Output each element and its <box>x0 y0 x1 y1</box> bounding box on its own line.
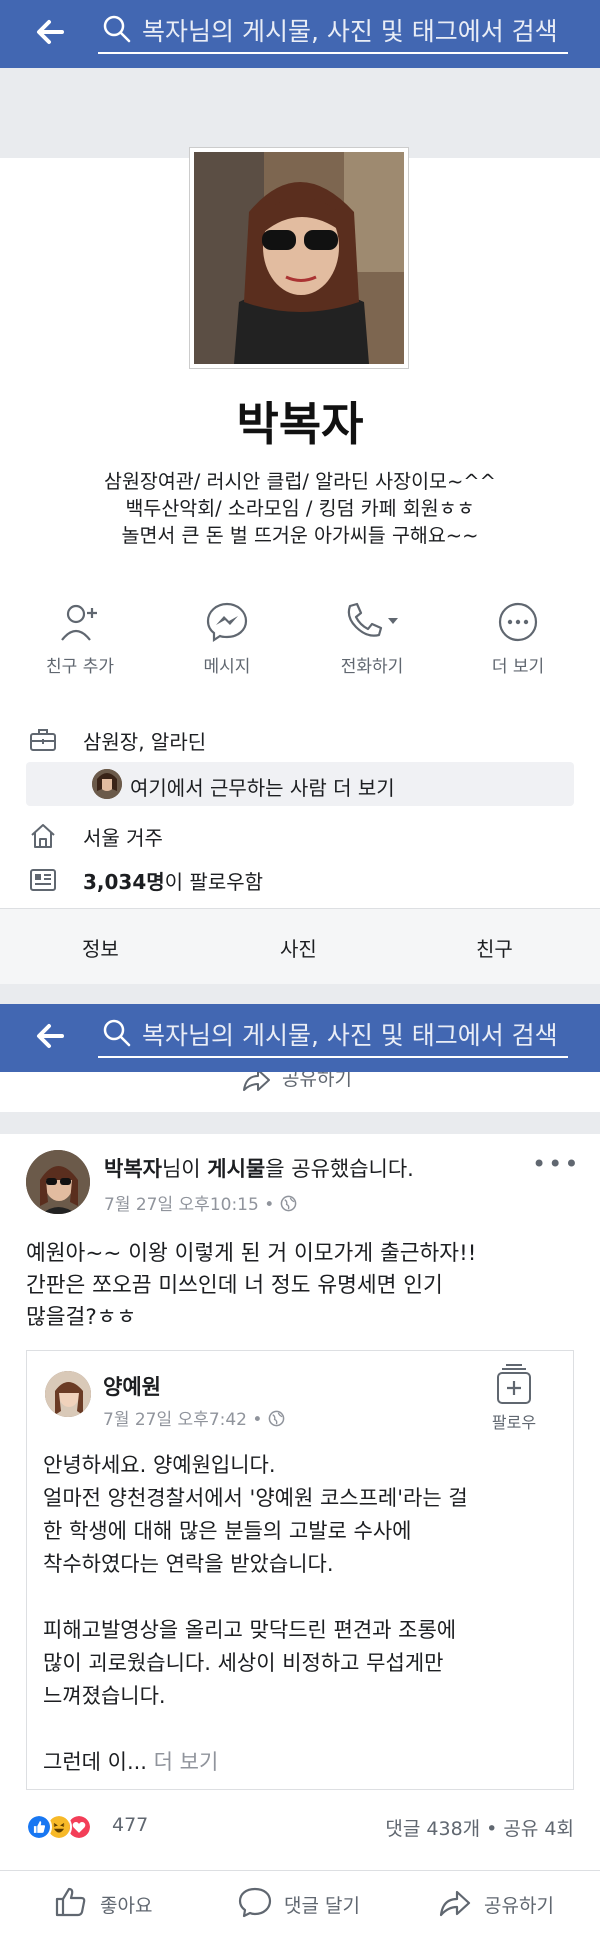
coworker-avatar <box>92 769 122 799</box>
shared-time: 7월 27일 오후7:42 • <box>103 1410 268 1430</box>
profile-picture[interactable] <box>190 148 408 368</box>
call-button[interactable]: 전화하기 <box>297 600 447 677</box>
comment-label: 댓글 달기 <box>284 1895 360 1917</box>
home-icon <box>31 824 55 848</box>
like-icon <box>55 1887 86 1917</box>
post-options-button[interactable]: ••• <box>532 1150 580 1178</box>
call-label: 전화하기 <box>340 657 404 677</box>
more-label: 더 보기 <box>491 657 545 677</box>
post-shared-object[interactable]: 게시물 <box>207 1157 265 1181</box>
post-author-name[interactable]: 박복자 <box>104 1157 162 1181</box>
search-icon <box>103 1019 131 1047</box>
shared-author-avatar[interactable] <box>45 1371 91 1417</box>
globe-icon <box>280 1195 296 1212</box>
coworkers-link[interactable]: 여기에서 근무하는 사람 더 보기 <box>26 762 574 806</box>
profile-tabs: 정보 사진 친구 <box>0 908 600 984</box>
bio-line: 놀면서 큰 돈 벌 뜨거운 아가씨들 구해요~~ <box>121 524 479 547</box>
profile-bio: 삼원장여관/ 러시안 클럽/ 알라딘 사장이모~^^ 백두산악회/ 소라모임 /… <box>0 468 600 549</box>
profile-name: 박복자 <box>236 397 364 451</box>
cover-photo[interactable] <box>0 68 600 158</box>
follow-button[interactable]: 팔로우 <box>479 1363 549 1433</box>
post-text-line: 예원아~~ 이왕 이렇게 된 거 이모가게 출근하자!! <box>26 1241 477 1266</box>
more-icon <box>498 602 538 642</box>
like-label: 좋아요 <box>100 1895 153 1917</box>
partial-share-label: 공유하기 <box>282 1072 352 1090</box>
tab-photos[interactable]: 사진 <box>280 933 317 962</box>
post-header-text: 박복자님이 게시물을 공유했습니다. <box>104 1153 414 1183</box>
search-placeholder: 복자님의 게시물, 사진 및 태그에서 검색 <box>142 17 558 46</box>
post-body: 예원아~~ 이왕 이렇게 된 거 이모가게 출근하자!! 간판은 쪼오끔 미쓰인… <box>26 1238 576 1334</box>
message-button[interactable]: 메시지 <box>152 600 302 677</box>
partial-share-row: 공유하기 <box>0 1072 600 1096</box>
back-arrow-icon[interactable] <box>32 1018 68 1054</box>
section-divider <box>0 984 600 1004</box>
share-button[interactable]: 공유하기 <box>438 1885 578 1919</box>
phone-icon <box>347 602 398 637</box>
see-more-link[interactable]: 더 보기 <box>154 1750 219 1774</box>
search-placeholder: 복자님의 게시물, 사진 및 태그에서 검색 <box>142 1021 558 1050</box>
post-author-avatar[interactable] <box>26 1150 90 1214</box>
comments-shares-count[interactable]: 댓글 438개 • 공유 4회 <box>385 1814 574 1841</box>
back-arrow-icon[interactable] <box>32 14 68 50</box>
follow-label: 팔로우 <box>491 1413 537 1432</box>
follow-icon <box>497 1364 531 1404</box>
search-input[interactable]: 복자님의 게시물, 사진 및 태그에서 검색 <box>98 6 568 54</box>
comment-icon <box>238 1887 272 1918</box>
like-button[interactable]: 좋아요 <box>54 1885 174 1919</box>
like-reaction-icon[interactable] <box>26 1814 52 1840</box>
post-text-line: 많을걸?ㅎㅎ <box>26 1305 137 1330</box>
top-search-bar: 복자님의 게시물, 사진 및 태그에서 검색 <box>0 1004 600 1072</box>
share-label: 공유하기 <box>484 1895 554 1917</box>
work-text[interactable]: 삼원장, 알라딘 <box>83 726 206 755</box>
top-search-bar: 복자님의 게시물, 사진 및 태그에서 검색 <box>0 0 600 68</box>
bio-line: 백두산악회/ 소라모임 / 킹덤 카페 회원ㅎㅎ <box>125 497 475 520</box>
shared-author-name[interactable]: 양예원 <box>103 1371 161 1401</box>
shared-post-body: 안녕하세요. 양예원입니다. 얼마전 양천경찰서에서 '양예원 코스프레'라는 … <box>43 1449 563 1779</box>
shared-post-card[interactable]: 양예원 7월 27일 오후7:42 • 팔로우 안녕하세요. 양예원입니다. 얼… <box>26 1350 574 1790</box>
add-friend-icon <box>61 604 97 641</box>
message-label: 메시지 <box>203 657 251 677</box>
globe-icon <box>268 1410 285 1427</box>
more-button[interactable]: 더 보기 <box>443 600 593 677</box>
share-icon[interactable] <box>240 1072 272 1094</box>
post-time: 7월 27일 오후10:15 • <box>104 1195 280 1215</box>
section-divider <box>0 1112 600 1134</box>
search-input[interactable]: 복자님의 게시물, 사진 및 태그에서 검색 <box>98 1010 568 1058</box>
coworkers-text: 여기에서 근무하는 사람 더 보기 <box>130 776 395 800</box>
profile-photo-image <box>194 152 404 364</box>
share-icon <box>439 1890 471 1917</box>
post-actions: 좋아요 댓글 달기 공유하기 <box>0 1870 600 1930</box>
tab-info[interactable]: 정보 <box>82 933 119 962</box>
shared-timestamp[interactable]: 7월 27일 오후7:42 • <box>103 1405 285 1430</box>
add-friend-button[interactable]: 친구 추가 <box>5 600 155 677</box>
lives-text[interactable]: 서울 거주 <box>83 822 163 851</box>
post-action-post: 을 공유했습니다. <box>265 1157 414 1181</box>
post-action-pre: 님이 <box>161 1157 208 1181</box>
followers-suffix: 이 팔로우함 <box>164 870 264 894</box>
search-icon <box>103 15 131 43</box>
post-text-line: 간판은 쪼오끔 미쓰인데 너 정도 유명세면 인기 <box>26 1273 443 1298</box>
reactions-count[interactable]: 477 <box>112 1814 148 1836</box>
comment-button[interactable]: 댓글 달기 <box>238 1885 378 1919</box>
messenger-icon <box>206 602 248 643</box>
post-timestamp[interactable]: 7월 27일 오후10:15 • <box>104 1190 297 1215</box>
shared-text: 안녕하세요. 양예원입니다. 얼마전 양천경찰서에서 '양예원 코스프레'라는 … <box>43 1453 468 1774</box>
add-friend-label: 친구 추가 <box>46 657 114 677</box>
briefcase-icon <box>30 729 56 751</box>
followers-count: 3,034명 <box>83 870 165 894</box>
followers-icon <box>30 869 56 891</box>
tab-friends[interactable]: 친구 <box>476 933 513 962</box>
bio-line: 삼원장여관/ 러시안 클럽/ 알라딘 사장이모~^^ <box>104 470 496 493</box>
reactions-bar: 477 댓글 438개 • 공유 4회 <box>26 1812 574 1842</box>
followers-text: 3,034명이 팔로우함 <box>83 866 263 895</box>
